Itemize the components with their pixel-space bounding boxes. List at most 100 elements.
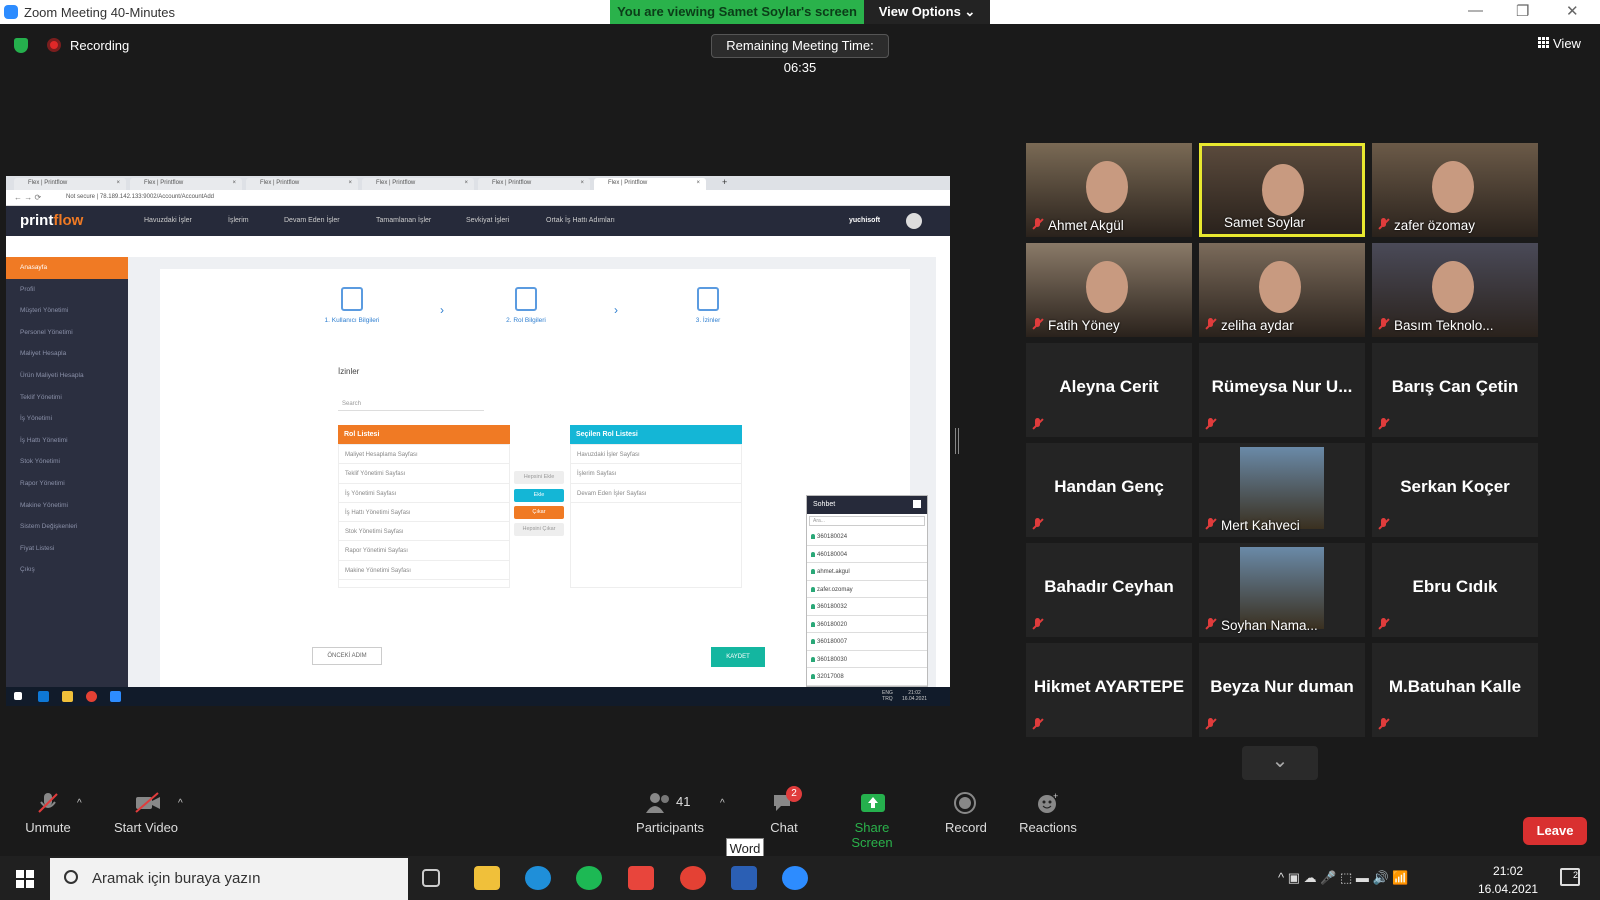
nav-islerim[interactable]: İşlerim: [228, 217, 249, 224]
nav-ortak-is[interactable]: Ortak İş Hattı Adımları: [546, 217, 615, 224]
list-item[interactable]: İşlerim Sayfası: [571, 464, 741, 484]
sidebar-item[interactable]: Rapor Yönetimi: [6, 473, 128, 495]
spotify-icon[interactable]: [576, 866, 602, 890]
previous-step-button[interactable]: ÖNCEKİ ADIM: [312, 647, 382, 665]
list-item[interactable]: Devam Eden İşler Sayfası: [571, 484, 741, 503]
chat-user[interactable]: 360180030: [807, 651, 927, 668]
url-text[interactable]: Not secure | 78.189.142.133:9002/Account…: [66, 194, 214, 200]
sidebar-item[interactable]: Çıkış: [6, 559, 128, 581]
list-item[interactable]: Makine Yönetimi Sayfası: [339, 561, 509, 581]
sidebar-item[interactable]: Sistem Değişkenleri: [6, 516, 128, 538]
add-button[interactable]: Ekle: [514, 489, 564, 502]
sidebar-item[interactable]: Stok Yönetimi: [6, 451, 128, 473]
chat-user[interactable]: 360180020: [807, 616, 927, 633]
participant-tile[interactable]: Basım Teknolo...: [1372, 243, 1538, 337]
minimize-button[interactable]: —: [1468, 2, 1483, 19]
chat-user[interactable]: ahmet.akgul: [807, 563, 927, 581]
printflow-user[interactable]: yuchisoft: [849, 217, 880, 224]
list-item[interactable]: Stok Yönetimi Sayfası: [339, 522, 509, 542]
splitter-handle[interactable]: [955, 428, 959, 454]
view-options-button[interactable]: View Options ⌄: [864, 0, 990, 24]
browser-nav-icons[interactable]: ← → ⟳: [14, 193, 41, 202]
file-explorer-icon[interactable]: [474, 866, 500, 890]
chat-user[interactable]: 360180007: [807, 633, 927, 651]
notifications-icon[interactable]: 2: [1560, 868, 1580, 886]
unmute-button[interactable]: Unmute: [24, 792, 72, 835]
folder-icon[interactable]: [62, 691, 73, 702]
list-item[interactable]: Teklif Yönetimi Sayfası: [339, 464, 509, 484]
sidebar-item[interactable]: Ürün Maliyeti Hesapla: [6, 365, 128, 387]
browser-tab[interactable]: Flex | Printflow ×: [362, 178, 474, 190]
nav-devam-eden[interactable]: Devam Eden İşler: [284, 217, 340, 224]
role-list[interactable]: Maliyet Hesaplama Sayfası Teklif Yönetim…: [338, 444, 510, 588]
new-tab-button[interactable]: +: [722, 177, 727, 187]
chat-user[interactable]: 360180032: [807, 598, 927, 616]
list-item[interactable]: Rapor Yönetimi Sayfası: [339, 541, 509, 561]
list-item[interactable]: İş Hattı Yönetimi Sayfası: [339, 503, 509, 523]
audio-options-caret[interactable]: ^: [77, 798, 82, 809]
step-permissions[interactable]: 3. İzinler: [668, 287, 748, 324]
participant-tile[interactable]: Rümeysa Nur U...: [1199, 343, 1365, 437]
list-item[interactable]: Maliyet Hesaplama Sayfası: [339, 445, 509, 465]
edge-icon[interactable]: [525, 866, 551, 890]
sidebar-item[interactable]: Müşteri Yönetimi: [6, 300, 128, 322]
chat-user[interactable]: 360180024: [807, 528, 927, 546]
windows-search-input[interactable]: Aramak için buraya yazın: [50, 858, 408, 900]
reactions-button[interactable]: + Reactions: [1018, 791, 1078, 835]
browser-tab[interactable]: Flex | Printflow ×: [478, 178, 590, 190]
browser-tab-active[interactable]: Flex | Printflow ×: [594, 178, 706, 190]
permissions-search-input[interactable]: Search: [338, 397, 484, 411]
task-view-icon[interactable]: [422, 869, 440, 887]
nav-tamamlanan[interactable]: Tamamlanan İşler: [376, 217, 431, 224]
share-screen-button[interactable]: Share Screen: [834, 792, 910, 850]
participants-options-caret[interactable]: ^: [720, 798, 725, 809]
participant-tile[interactable]: Aleyna Cerit: [1026, 343, 1192, 437]
sidebar-item[interactable]: Personel Yönetimi: [6, 322, 128, 344]
participant-tile[interactable]: Samet Soylar: [1199, 143, 1365, 237]
word-icon[interactable]: [731, 866, 757, 890]
system-tray-icons[interactable]: ^ ▣ ☁ 🎤 ⬚ ▬ 🔊 📶: [1278, 870, 1409, 886]
zoom-icon[interactable]: [110, 691, 121, 702]
chrome-icon[interactable]: [680, 866, 706, 890]
sidebar-item[interactable]: İş Hattı Yönetimi: [6, 430, 128, 452]
save-button[interactable]: KAYDET: [711, 647, 765, 667]
participant-tile[interactable]: Hikmet AYARTEPE: [1026, 643, 1192, 737]
participant-tile[interactable]: zeliha aydar: [1199, 243, 1365, 337]
participant-tile[interactable]: Bahadır Ceyhan: [1026, 543, 1192, 637]
participant-tile[interactable]: Ebru Cıdık: [1372, 543, 1538, 637]
selected-role-list[interactable]: Havuzdaki İşler Sayfası İşlerim Sayfası …: [570, 444, 742, 588]
nav-havuzdaki[interactable]: Havuzdaki İşler: [144, 217, 192, 224]
sidebar-item[interactable]: Fiyat Listesi: [6, 538, 128, 560]
sidebar-item[interactable]: Maliyet Hesapla: [6, 343, 128, 365]
chat-button[interactable]: 2 Chat: [764, 786, 804, 835]
browser-tab[interactable]: Flex | Printflow ×: [14, 178, 126, 190]
list-item[interactable]: Havuzdaki İşler Sayfası: [571, 445, 741, 465]
avatar[interactable]: [906, 213, 922, 229]
windows-start-icon[interactable]: [16, 870, 34, 888]
windows-icon[interactable]: [14, 692, 22, 700]
participant-tile[interactable]: Fatih Yöney: [1026, 243, 1192, 337]
gallery-next-page-button[interactable]: ⌄: [1242, 746, 1318, 780]
chat-user[interactable]: 32017008: [807, 668, 927, 686]
nav-sevkiyat[interactable]: Sevkiyat İşleri: [466, 217, 509, 224]
list-item[interactable]: İş Yönetimi Sayfası: [339, 484, 509, 503]
sidebar-item[interactable]: Anasayfa: [6, 257, 128, 279]
chrome-icon[interactable]: [86, 691, 97, 702]
participant-tile[interactable]: Handan Genç: [1026, 443, 1192, 537]
restore-button[interactable]: ❐: [1516, 2, 1529, 20]
chat-search-input[interactable]: Ara...: [809, 516, 925, 526]
participant-tile[interactable]: Soyhan Nama...: [1199, 543, 1365, 637]
encryption-shield-icon[interactable]: [14, 38, 28, 53]
remove-all-button[interactable]: Hepsini Çıkar: [514, 523, 564, 536]
chat-user[interactable]: zafer.ozomay: [807, 581, 927, 598]
participant-tile[interactable]: Serkan Koçer: [1372, 443, 1538, 537]
sidebar-item[interactable]: Profil: [6, 279, 128, 301]
minimize-icon[interactable]: [913, 500, 921, 508]
step-role-info[interactable]: 2. Rol Bilgileri: [486, 287, 566, 324]
video-options-caret[interactable]: ^: [178, 798, 183, 809]
zoom-icon[interactable]: [782, 866, 808, 890]
browser-tab[interactable]: Flex | Printflow ×: [130, 178, 242, 190]
participant-tile[interactable]: Mert Kahveci: [1199, 443, 1365, 537]
browser-tab[interactable]: Flex | Printflow ×: [246, 178, 358, 190]
add-all-button[interactable]: Hepsini Ekle: [514, 471, 564, 484]
